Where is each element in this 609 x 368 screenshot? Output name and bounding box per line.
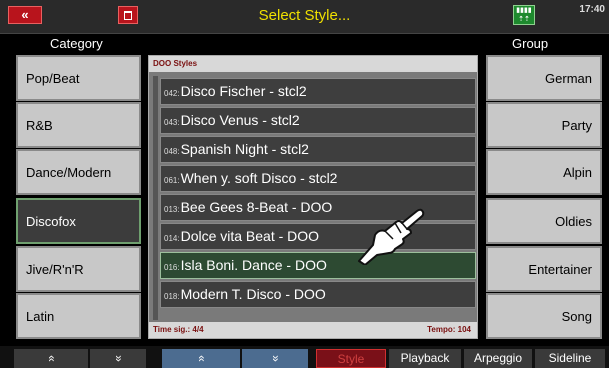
double-chevron-up-icon: « xyxy=(44,355,59,362)
category-scroll-up-button[interactable]: « xyxy=(14,349,88,368)
playback-button[interactable]: Playback xyxy=(389,349,461,368)
double-chevron-down-icon: » xyxy=(111,355,126,362)
sideline-button[interactable]: Sideline xyxy=(535,349,605,368)
time-signature: Time sig.: 4/4 xyxy=(153,325,204,334)
category-latin[interactable]: Latin xyxy=(16,293,141,339)
double-chevron-up-icon: « xyxy=(194,355,209,362)
list-item[interactable]: 013:Bee Gees 8-Beat - DOO xyxy=(160,194,476,221)
pointing-hand-icon xyxy=(358,208,425,265)
list-scroll-up-button[interactable]: « xyxy=(162,349,240,368)
tempo: Tempo: 104 xyxy=(427,325,471,334)
list-item[interactable]: 043:Disco Venus - stcl2 xyxy=(160,107,476,134)
category-scroll-down-button[interactable]: » xyxy=(90,349,146,368)
bottom-bar: « » « » Style Playback Arpeggio Sideline xyxy=(0,346,609,368)
double-chevron-down-icon: » xyxy=(268,355,283,362)
category-discofox[interactable]: Discofox xyxy=(16,198,141,244)
group-alpin[interactable]: Alpin xyxy=(486,149,602,195)
group-german[interactable]: German xyxy=(486,55,602,101)
list-footer: Time sig.: 4/4 Tempo: 104 xyxy=(149,322,477,338)
category-dance-modern[interactable]: Dance/Modern xyxy=(16,149,141,195)
list-item[interactable]: 018:Modern T. Disco - DOO xyxy=(160,281,476,308)
group-party[interactable]: Party xyxy=(486,102,602,148)
list-header: DOO Styles xyxy=(149,56,477,72)
group-oldies[interactable]: Oldies xyxy=(486,198,602,244)
list-item[interactable]: 042:Disco Fischer - stcl2 xyxy=(160,78,476,105)
registration-icon[interactable]: ▮▮▮▮ ⇡⇡ xyxy=(513,5,535,25)
scrollbar[interactable] xyxy=(153,76,158,320)
list-item[interactable]: 048:Spanish Night - stcl2 xyxy=(160,136,476,163)
group-header: Group xyxy=(512,36,549,51)
top-bar: « Select Style... ▮▮▮▮ ⇡⇡ 17:40 xyxy=(0,0,609,34)
style-button[interactable]: Style xyxy=(316,349,386,368)
style-list: 042:Disco Fischer - stcl2 043:Disco Venu… xyxy=(160,78,476,310)
list-scroll-down-button[interactable]: » xyxy=(242,349,308,368)
category-header: Category xyxy=(50,36,103,51)
list-item[interactable]: 014:Dolce vita Beat - DOO xyxy=(160,223,476,250)
arpeggio-button[interactable]: Arpeggio xyxy=(464,349,532,368)
list-item-selected[interactable]: 016:Isla Boni. Dance - DOO xyxy=(160,252,476,279)
list-item[interactable]: 061:When y. soft Disco - stcl2 xyxy=(160,165,476,192)
category-jive-rnr[interactable]: Jive/R'n'R xyxy=(16,246,141,292)
style-list-panel: DOO Styles 042:Disco Fischer - stcl2 043… xyxy=(148,55,478,339)
category-pop-beat[interactable]: Pop/Beat xyxy=(16,55,141,101)
group-entertainer[interactable]: Entertainer xyxy=(486,246,602,292)
group-song[interactable]: Song xyxy=(486,293,602,339)
category-rnb[interactable]: R&B xyxy=(16,102,141,148)
clock: 17:40 xyxy=(579,4,605,15)
